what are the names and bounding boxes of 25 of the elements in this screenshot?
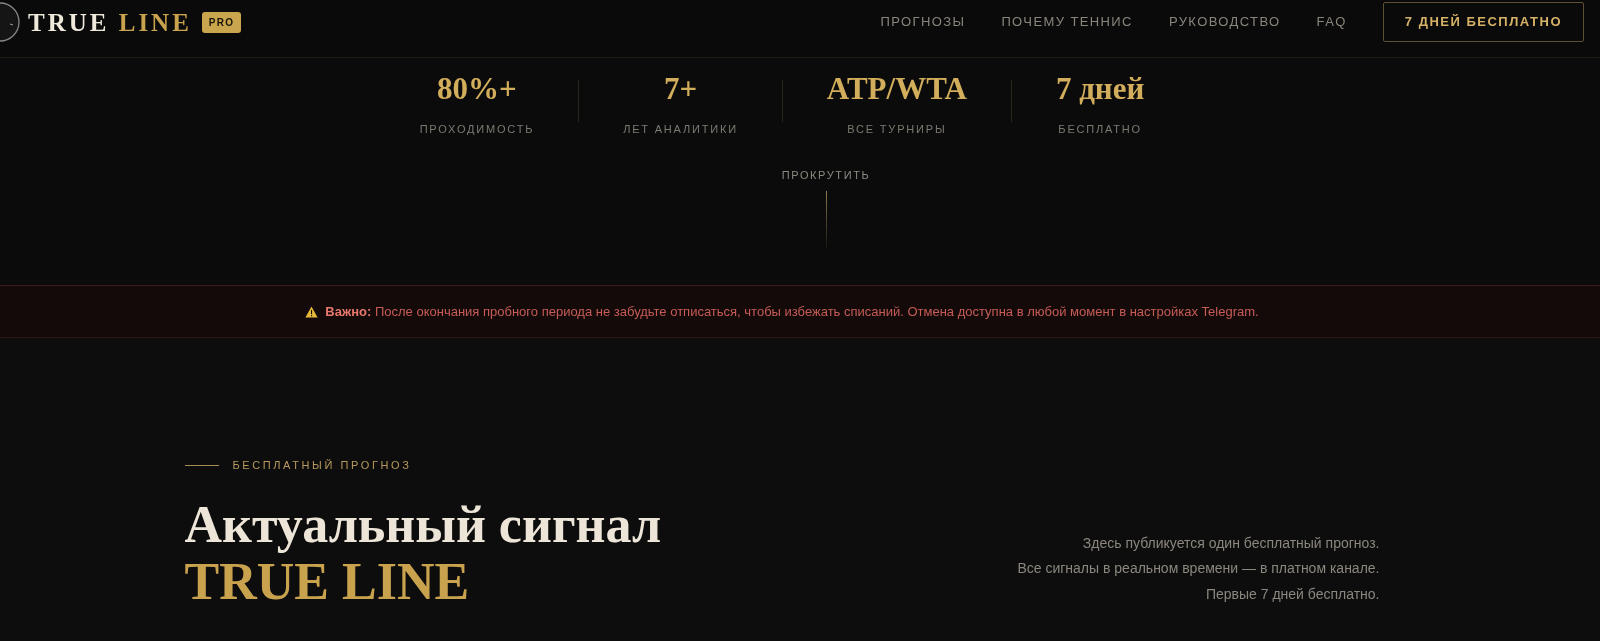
free-trial-button[interactable]: 7 ДНЕЙ БЕСПЛАТНО	[1382, 2, 1584, 42]
stat-label: БЕСПЛАТНО	[1058, 122, 1142, 137]
stat-value: 80%+	[437, 71, 517, 107]
stat-label: ЛЕТ АНАЛИТИКИ	[623, 122, 738, 137]
logo-wordmark: TRUE LINE	[28, 9, 192, 35]
nav-link[interactable]: ПОЧЕМУ ТЕННИС	[1001, 12, 1133, 32]
nav-link[interactable]: РУКОВОДСТВО	[1168, 12, 1281, 32]
stat-value: 7 дней	[1055, 71, 1145, 107]
stat-label: ВСЕ ТУРНИРЫ	[847, 122, 947, 137]
description-line: Все сигналы в реальном времени — в платном канале.	[1017, 559, 1380, 578]
section-heading: Актуальный сигнал TRUE LINE	[184, 496, 662, 610]
stat-label: ПРОХОДИМОСТЬ	[419, 122, 535, 137]
stat-value: ATP/WTA	[826, 71, 967, 107]
stat-value: 7+	[663, 71, 698, 107]
pro-badge: PRO	[201, 11, 242, 33]
scroll-indicator-line	[825, 191, 827, 248]
warning-icon	[305, 305, 319, 318]
description-line: Здесь публикуется один бесплатный прогноз.	[1082, 533, 1380, 553]
scroll-hint: ПРОКРУТИТЬ	[781, 168, 871, 183]
nav-link[interactable]: ПРОГНОЗЫ	[880, 12, 966, 32]
description-line: Первые 7 дней бесплатно.	[1205, 584, 1380, 604]
warning-text: Важно: После окончания пробного периода не забудьте отписаться, чтобы избежать списаний. Отмена доступна в любой момент в настройках Telegram.	[325, 302, 1259, 321]
section-eyebrow: БЕСПЛАТНЫЙ ПРОГНОЗ	[232, 458, 412, 473]
accent-line	[184, 464, 219, 466]
nav-link[interactable]: FAQ	[1316, 12, 1347, 32]
